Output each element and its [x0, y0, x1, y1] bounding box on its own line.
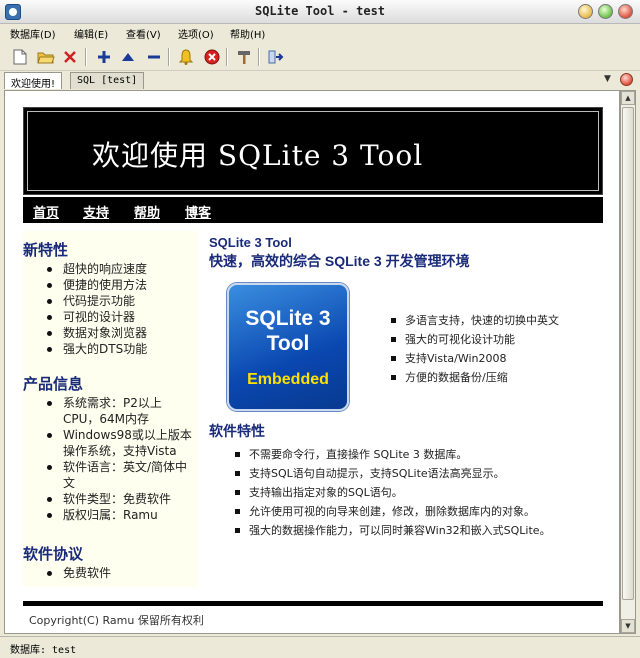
- list-item: 超快的响应速度: [47, 261, 197, 277]
- status-text: 数据库: test: [10, 645, 77, 656]
- banner: 欢迎使用 SQLite 3 Tool: [23, 107, 603, 195]
- list-item: 免费软件: [47, 565, 197, 581]
- tab-sql-test[interactable]: SQL [test]: [70, 72, 145, 89]
- logo-line2: Tool: [266, 332, 310, 355]
- list-item: 便捷的使用方法: [47, 277, 197, 293]
- product-title: SQLite 3 Tool: [209, 235, 292, 250]
- product-logo: SQLite 3 Tool Embedded: [227, 283, 349, 411]
- tab-welcome[interactable]: 欢迎使用!: [4, 72, 63, 90]
- logo-line3: Embedded: [247, 371, 329, 388]
- product-subtitle: 快速，高效的综合 SQLite 3 开发管理环境: [209, 253, 470, 269]
- scroll-down-icon[interactable]: ▼: [621, 619, 635, 633]
- status-bar: 数据库: test: [0, 636, 640, 658]
- move-up-icon[interactable]: [118, 47, 138, 67]
- list-item: 强大的可视化设计功能: [391, 330, 611, 349]
- nav-bar: 首页 支持 帮助 博客: [23, 197, 603, 223]
- menu-edit[interactable]: 编辑(E): [74, 26, 108, 41]
- nav-home[interactable]: 首页: [33, 202, 59, 221]
- menu-options[interactable]: 选项(O): [178, 26, 214, 41]
- list-item: 系统需求：P2以上CPU，64M内存: [47, 395, 197, 427]
- delete-icon[interactable]: [60, 47, 80, 67]
- list-item: 允许使用可视的向导来创建，修改，删除数据库内的对象。: [235, 502, 595, 521]
- new-features-list: 超快的响应速度 便捷的使用方法 代码提示功能 可视的设计器 数据对象浏览器 强大…: [47, 261, 197, 357]
- banner-title: 欢迎使用 SQLite 3 Tool: [92, 139, 424, 172]
- welcome-page: 欢迎使用 SQLite 3 Tool 首页 支持 帮助 博客 新特性 超快的响应…: [4, 90, 620, 634]
- bell-icon[interactable]: [176, 47, 196, 67]
- scroll-up-icon[interactable]: ▲: [621, 91, 635, 105]
- list-item: 方便的数据备份/压缩: [391, 368, 611, 387]
- specs-list: 不需要命令行，直接操作 SQLite 3 数据库。 支持SQL语句自动提示，支持…: [235, 445, 595, 540]
- remove-icon[interactable]: [144, 47, 164, 67]
- license-heading: 软件协议: [23, 545, 84, 563]
- toolbar: [0, 43, 640, 71]
- feature-bullets: 多语言支持，快速的切换中英文 强大的可视化设计功能 支持Vista/Win200…: [391, 311, 611, 387]
- sidebar: 新特性 超快的响应速度 便捷的使用方法 代码提示功能 可视的设计器 数据对象浏览…: [23, 231, 198, 587]
- list-item: 代码提示功能: [47, 293, 197, 309]
- export-icon[interactable]: [266, 47, 286, 67]
- stop-icon[interactable]: [202, 47, 222, 67]
- list-item: 不需要命令行，直接操作 SQLite 3 数据库。: [235, 445, 595, 464]
- menu-view[interactable]: 查看(V): [126, 26, 161, 41]
- list-item: 软件类型：免费软件: [47, 491, 197, 507]
- nav-help[interactable]: 帮助: [134, 202, 160, 221]
- open-folder-icon[interactable]: [36, 47, 56, 67]
- close-button[interactable]: [618, 4, 633, 19]
- tab-list-arrow-icon[interactable]: ▼: [604, 74, 611, 84]
- add-icon[interactable]: [94, 47, 114, 67]
- logo-line1: SQLite 3: [245, 307, 331, 330]
- list-item: 版权归属：Ramu: [47, 507, 197, 523]
- menu-bar: 数据库(D) 编辑(E) 查看(V) 选项(O) 帮助(H): [0, 24, 640, 42]
- list-item: Windows98或以上版本操作系统，支持Vista: [47, 427, 197, 459]
- product-info-list: 系统需求：P2以上CPU，64M内存 Windows98或以上版本操作系统，支持…: [47, 395, 197, 523]
- license-list: 免费软件: [47, 565, 197, 581]
- tab-close-icon[interactable]: [620, 73, 633, 86]
- list-item: 强大的数据操作能力，可以同时兼容Win32和嵌入式SQLite。: [235, 521, 595, 540]
- list-item: 强大的DTS功能: [47, 341, 197, 357]
- vertical-scrollbar[interactable]: ▲ ▼: [620, 90, 636, 634]
- tab-bar: 欢迎使用! SQL [test] ▼: [0, 71, 640, 90]
- list-item: 可视的设计器: [47, 309, 197, 325]
- minimize-button[interactable]: [578, 4, 593, 19]
- list-item: 软件语言：英文/简体中文: [47, 459, 197, 491]
- scroll-thumb[interactable]: [622, 107, 634, 600]
- nav-blog[interactable]: 博客: [185, 202, 211, 221]
- specs-heading: 软件特性: [209, 424, 265, 440]
- new-file-icon[interactable]: [10, 47, 30, 67]
- menu-database[interactable]: 数据库(D): [10, 26, 56, 41]
- hammer-icon[interactable]: [234, 47, 254, 67]
- product-info-heading: 产品信息: [23, 375, 84, 393]
- copyright: Copyright(C) Ramu 保留所有权利: [29, 614, 204, 627]
- menu-help[interactable]: 帮助(H): [230, 26, 265, 41]
- nav-support[interactable]: 支持: [83, 202, 109, 221]
- list-item: 支持输出指定对象的SQL语句。: [235, 483, 595, 502]
- footer-divider: [23, 601, 603, 606]
- list-item: 支持Vista/Win2008: [391, 349, 611, 368]
- maximize-button[interactable]: [598, 4, 613, 19]
- window-title: SQLite Tool - test: [254, 4, 386, 18]
- new-features-heading: 新特性: [23, 241, 69, 259]
- list-item: 多语言支持，快速的切换中英文: [391, 311, 611, 330]
- title-bar: SQLite Tool - test: [0, 0, 640, 24]
- list-item: 数据对象浏览器: [47, 325, 197, 341]
- list-item: 支持SQL语句自动提示，支持SQLite语法高亮显示。: [235, 464, 595, 483]
